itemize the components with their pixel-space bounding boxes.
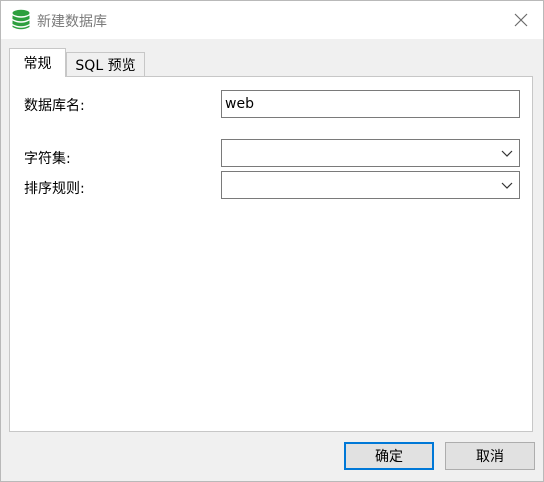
chevron-down-icon: [501, 182, 513, 189]
window-title: 新建数据库: [37, 14, 107, 30]
ok-button[interactable]: 确定: [344, 442, 434, 470]
charset-select[interactable]: [221, 139, 520, 167]
db-name-label: 数据库名:: [24, 98, 85, 114]
collation-select[interactable]: [221, 171, 520, 199]
database-icon: [12, 9, 30, 30]
tab-general-label: 常规: [23, 56, 52, 72]
db-name-input[interactable]: web: [221, 90, 520, 118]
collation-label: 排序规则:: [24, 181, 85, 197]
new-database-dialog: 新建数据库 常规 SQL 预览 数据库名: web 字符集: 排序规则: 确定 …: [0, 0, 544, 482]
close-button[interactable]: [499, 1, 543, 39]
tab-general[interactable]: 常规: [9, 48, 66, 77]
tab-sql-preview-label: SQL 预览: [75, 57, 136, 74]
title-bar: 新建数据库: [1, 1, 543, 39]
chevron-down-icon: [501, 150, 513, 157]
general-tab-panel: 数据库名: web 字符集: 排序规则:: [9, 76, 533, 432]
close-icon: [514, 13, 528, 27]
charset-label: 字符集:: [24, 151, 71, 167]
tab-sql-preview[interactable]: SQL 预览: [66, 52, 145, 76]
cancel-button[interactable]: 取消: [445, 442, 535, 470]
